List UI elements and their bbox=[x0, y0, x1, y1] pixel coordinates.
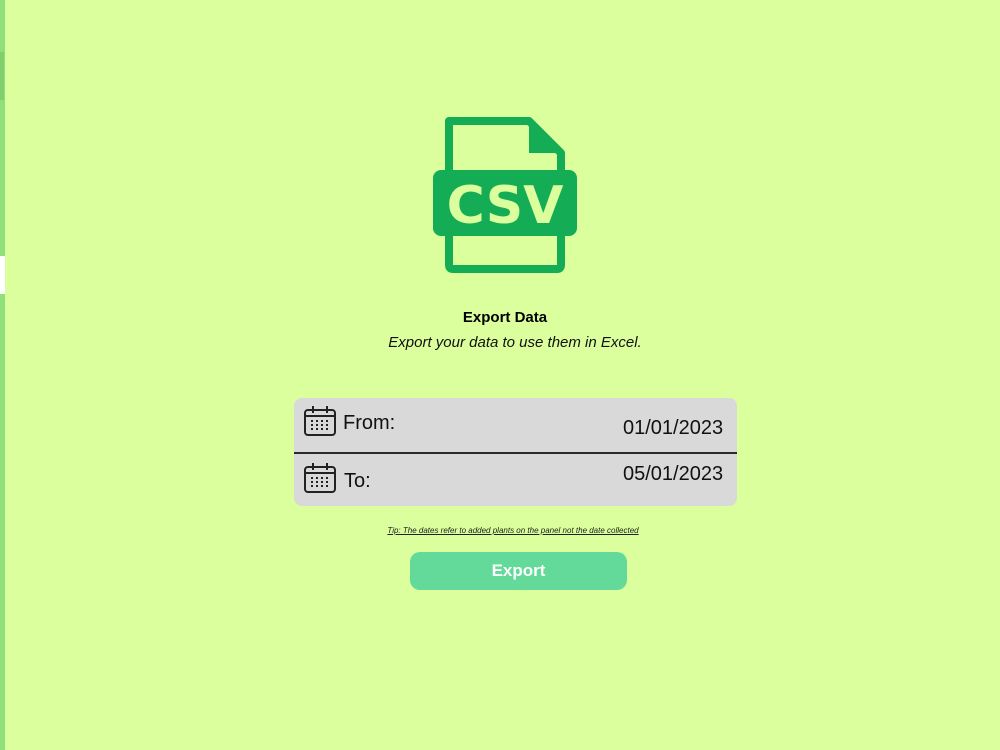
calendar-icon bbox=[304, 463, 336, 493]
csv-file-icon: CSV bbox=[433, 117, 577, 273]
export-button[interactable]: Export bbox=[410, 552, 627, 590]
date-to-label: To: bbox=[344, 470, 371, 492]
tip-text: Tip: The dates refer to added plants on … bbox=[387, 526, 639, 535]
csv-icon-label: CSV bbox=[447, 176, 564, 236]
window-left-edge-mark bbox=[0, 52, 4, 100]
date-from-label: From: bbox=[343, 412, 396, 434]
window-left-edge bbox=[0, 0, 5, 750]
calendar-icon bbox=[304, 406, 336, 436]
window-left-edge-handle[interactable] bbox=[0, 256, 5, 294]
page-title: Export Data bbox=[462, 309, 548, 326]
date-from-value[interactable]: 01/01/2023 bbox=[623, 417, 723, 440]
date-range-panel: From: 01/01/2023 To: 05/01/2023 bbox=[294, 398, 737, 506]
date-divider bbox=[294, 452, 737, 454]
date-to-value[interactable]: 05/01/2023 bbox=[623, 463, 723, 486]
page-subtitle: Export your data to use them in Excel. bbox=[388, 334, 642, 351]
